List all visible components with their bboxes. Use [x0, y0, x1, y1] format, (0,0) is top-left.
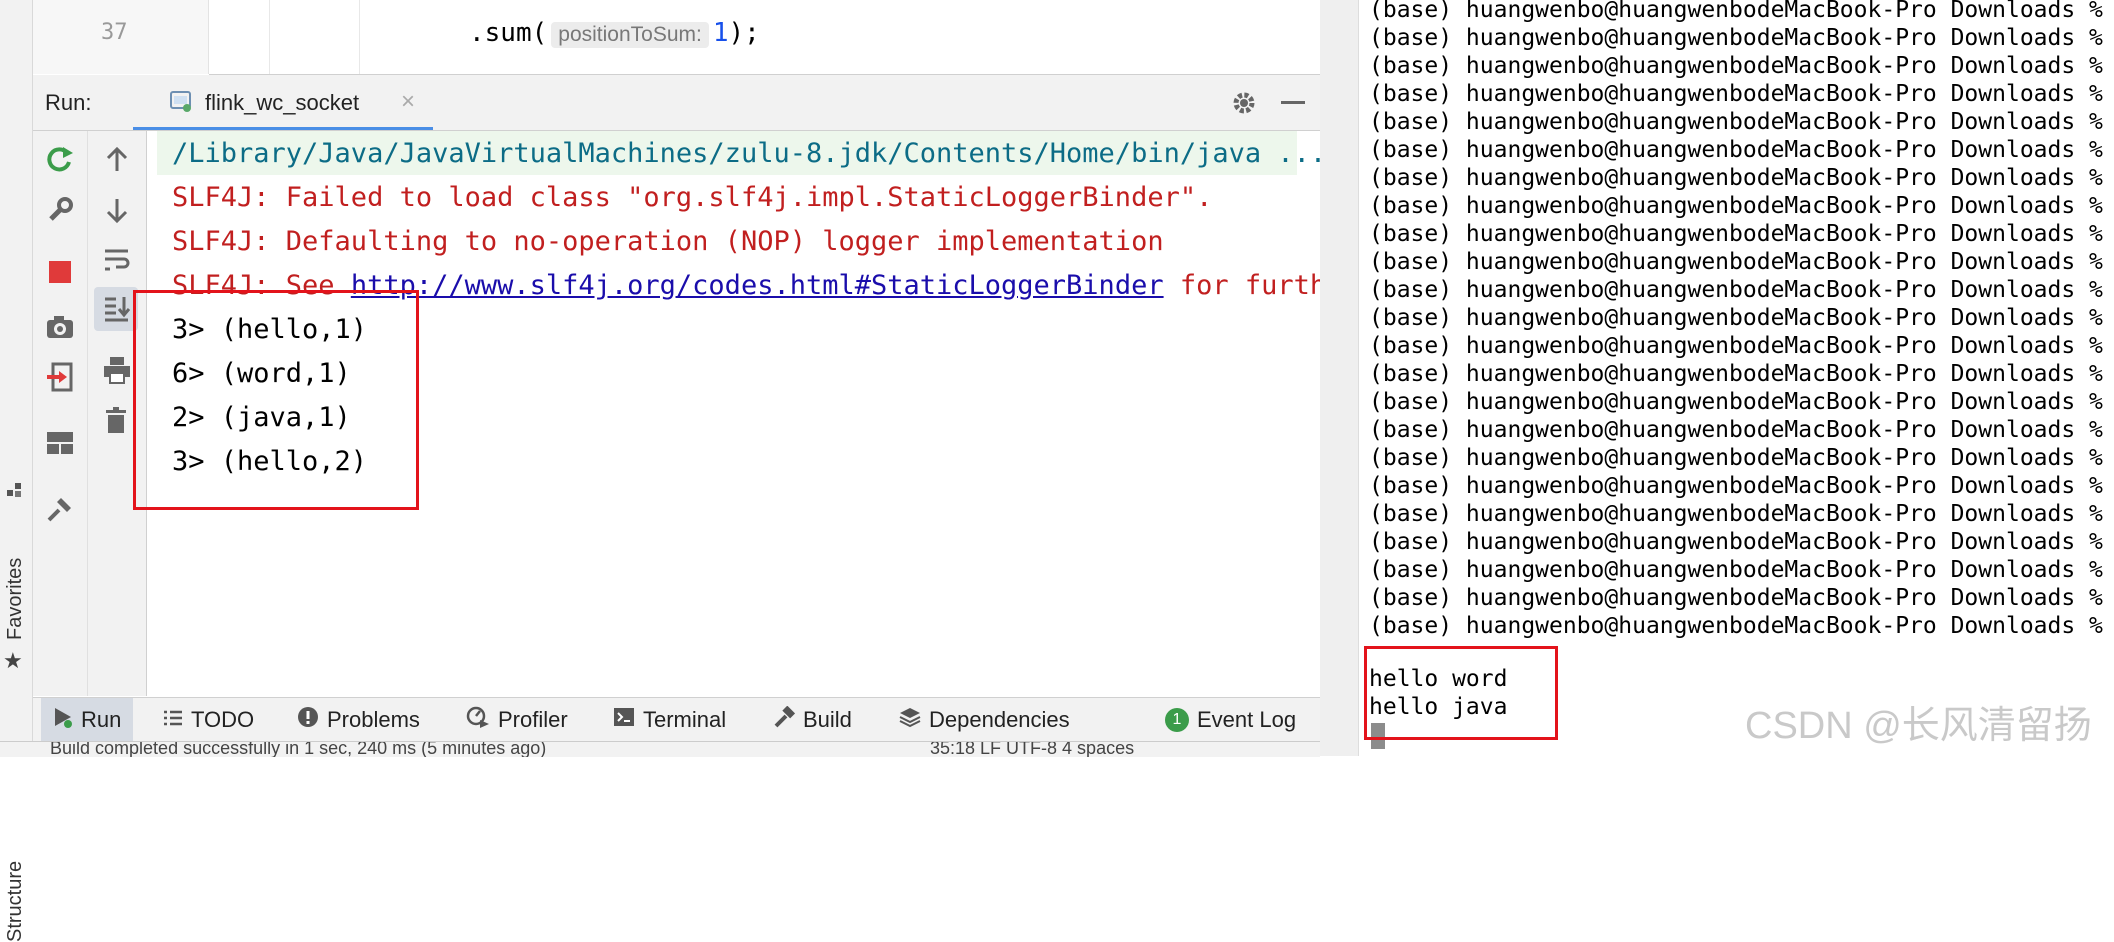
favorites-tab-label: Favorites	[4, 557, 26, 640]
soft-wrap-icon[interactable]	[102, 245, 132, 275]
prompt-line: (base) huangwenbo@huangwenbodeMacBook-Pr…	[1369, 193, 2103, 219]
prompt-line: (base) huangwenbo@huangwenbodeMacBook-Pr…	[1369, 0, 2103, 23]
prompt-line: (base) huangwenbo@huangwenbodeMacBook-Pr…	[1369, 305, 2103, 331]
prompt-line: (base) huangwenbo@huangwenbodeMacBook-Pr…	[1369, 529, 2103, 555]
dependencies-tool-tab[interactable]: Dependencies	[899, 698, 1070, 742]
arrow-down-icon[interactable]	[102, 195, 132, 225]
code-arg: 1	[712, 18, 729, 48]
prompt-line: (base) huangwenbo@huangwenbodeMacBook-Pr…	[1369, 557, 2103, 583]
prompt-line: (base) huangwenbo@huangwenbodeMacBook-Pr…	[1369, 81, 2103, 107]
run-label: Run:	[45, 90, 92, 115]
prompt-line: (base) huangwenbo@huangwenbodeMacBook-Pr…	[1369, 249, 2103, 275]
slf4j-link[interactable]: http://www.slf4j.org/codes.html#StaticLo…	[351, 270, 1164, 301]
prompt-line: (base) huangwenbo@huangwenbodeMacBook-Pr…	[1369, 25, 2103, 51]
event-log-badge: 1	[1172, 711, 1182, 728]
prompt-line: (base) huangwenbo@huangwenbodeMacBook-Pr…	[1369, 417, 2103, 443]
list-icon	[163, 707, 183, 733]
todo-tool-label: TODO	[191, 707, 255, 732]
scroll-to-end-toggle[interactable]	[94, 287, 138, 331]
tool-window-bar: Run TODO Problems Profiler Terminal Buil…	[33, 697, 1320, 742]
prompt-line: (base) huangwenbo@huangwenbodeMacBook-Pr…	[1369, 501, 2103, 527]
run-config-icon	[169, 89, 193, 113]
gear-icon[interactable]	[1230, 89, 1258, 117]
prompt-line: (base) huangwenbo@huangwenbodeMacBook-Pr…	[1369, 445, 2103, 471]
trash-icon[interactable]	[102, 405, 132, 435]
watermark: CSDN @长风清留扬	[1745, 705, 2092, 747]
todo-tool-tab[interactable]: TODO	[163, 698, 254, 742]
alert-icon	[297, 706, 319, 734]
prompt-line: (base) huangwenbo@huangwenbodeMacBook-Pr…	[1369, 221, 2103, 247]
problems-tool-label: Problems	[327, 707, 420, 732]
terminal-tool-tab[interactable]: Terminal	[613, 698, 726, 742]
build-tool-tab[interactable]: Build	[773, 698, 852, 742]
status-bar: Build completed successfully in 1 sec, 2…	[0, 741, 1320, 757]
terminal-tool-label: Terminal	[643, 707, 727, 732]
slf4j-error-line: SLF4J: Failed to load class "org.slf4j.i…	[172, 182, 1213, 213]
java-command-line: /Library/Java/JavaVirtualMachines/zulu-8…	[172, 138, 1320, 169]
profiler-tool-tab[interactable]: Profiler	[466, 698, 568, 742]
editor-gutter: 37	[33, 0, 209, 74]
prompt-line: (base) huangwenbo@huangwenbodeMacBook-Pr…	[1369, 389, 2103, 415]
event-log-tool-tab[interactable]: 1 Event Log	[1165, 698, 1296, 742]
prompt-line: (base) huangwenbo@huangwenbodeMacBook-Pr…	[1369, 473, 2103, 499]
see-suffix: for further	[1179, 270, 1320, 301]
input-highlight-box	[1364, 646, 1558, 740]
prompt-line: (base) huangwenbo@huangwenbodeMacBook-Pr…	[1369, 613, 2103, 639]
layers-icon	[899, 706, 921, 734]
dependencies-tool-label: Dependencies	[929, 707, 1070, 732]
prompt-line: (base) huangwenbo@huangwenbodeMacBook-Pr…	[1369, 137, 2103, 163]
wrench-icon[interactable]	[45, 195, 75, 225]
minimize-icon[interactable]	[1281, 101, 1305, 104]
prompt-line: (base) huangwenbo@huangwenbodeMacBook-Pr…	[1369, 53, 2103, 79]
prompt-line: (base) huangwenbo@huangwenbodeMacBook-Pr…	[1369, 109, 2103, 135]
close-tab-icon[interactable]: ×	[401, 88, 415, 116]
code-line: .sum(positionToSum: 1);	[469, 18, 760, 48]
structure-tab-label: Structure	[4, 860, 26, 942]
profiler-icon	[466, 706, 490, 734]
run-panel-header: Run: flink_wc_socket ×	[33, 75, 1320, 131]
pin-icon[interactable]	[45, 494, 75, 524]
rerun-icon[interactable]	[45, 145, 75, 175]
status-message: Build completed successfully in 1 sec, 2…	[50, 741, 547, 757]
code-prefix: .sum(	[469, 18, 548, 48]
run-tab[interactable]: flink_wc_socket ×	[133, 75, 433, 130]
print-icon[interactable]	[102, 355, 132, 385]
arrow-up-icon[interactable]	[102, 145, 132, 175]
star-icon: ★	[3, 648, 23, 673]
hammer-icon	[773, 705, 796, 734]
line-number: 37	[101, 20, 128, 45]
scroll-to-end-icon	[102, 294, 132, 324]
run-tab-label: flink_wc_socket	[205, 90, 360, 115]
terminal-window[interactable]: (base) huangwenbo@huangwenbodeMacBook-Pr…	[1358, 0, 2114, 756]
terminal-icon	[613, 707, 635, 733]
ide-window: Structure Favorites ★ 37 .sum(positionTo…	[0, 0, 1320, 942]
prompt-line: (base) huangwenbo@huangwenbodeMacBook-Pr…	[1369, 585, 2103, 611]
output-highlight-box	[133, 290, 419, 510]
event-log-tool-label: Event Log	[1197, 707, 1297, 732]
build-tool-label: Build	[803, 707, 852, 732]
slf4j-default-line: SLF4J: Defaulting to no-operation (NOP) …	[172, 226, 1164, 257]
prompt-line: (base) huangwenbo@huangwenbodeMacBook-Pr…	[1369, 333, 2103, 359]
layout-icon[interactable]	[45, 428, 75, 458]
problems-tool-tab[interactable]: Problems	[297, 698, 420, 742]
prompt-line: (base) huangwenbo@huangwenbodeMacBook-Pr…	[1369, 361, 2103, 387]
run-tool-tab[interactable]: Run	[41, 698, 134, 742]
window-gap	[1320, 0, 1358, 756]
event-log-icon: 1	[1165, 708, 1189, 732]
play-icon	[53, 706, 73, 734]
prompt-line: (base) huangwenbo@huangwenbodeMacBook-Pr…	[1369, 165, 2103, 191]
parameter-hint: positionToSum:	[551, 22, 709, 48]
profiler-tool-label: Profiler	[498, 707, 568, 732]
left-tool-strip: Structure Favorites ★	[0, 0, 33, 942]
code-editor[interactable]: .sum(positionToSum: 1);	[209, 0, 1320, 75]
stop-icon[interactable]	[47, 259, 77, 289]
prompt-line: (base) huangwenbo@huangwenbodeMacBook-Pr…	[1369, 277, 2103, 303]
status-info: 35:18 LF UTF-8 4 spaces	[930, 741, 1135, 757]
code-suffix: );	[728, 18, 760, 48]
structure-icon	[6, 482, 22, 498]
camera-icon[interactable]	[45, 312, 75, 342]
login-icon[interactable]	[45, 362, 75, 392]
run-toolbar-primary	[33, 131, 88, 696]
run-tool-label: Run	[81, 707, 122, 732]
